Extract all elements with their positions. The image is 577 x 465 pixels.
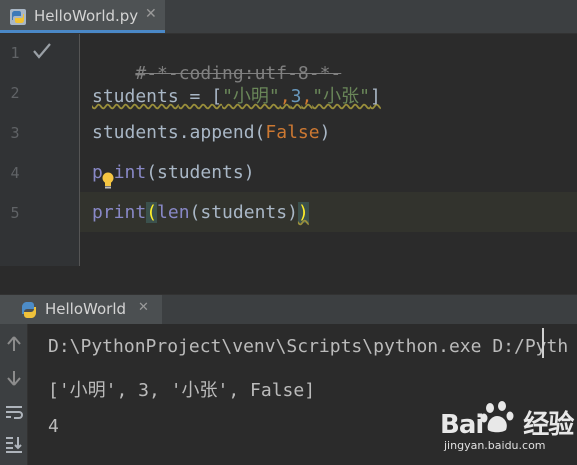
editor-tab-helloworld[interactable]: HelloWorld.py ✕	[0, 0, 165, 33]
close-run-tab-icon[interactable]: ✕	[138, 300, 149, 315]
run-panel-header: HelloWorld ✕	[0, 294, 577, 325]
code-line-4: print(students)	[92, 162, 255, 183]
code-paren-open: (	[146, 202, 158, 223]
console-line: ['小明', 3, '小张', False]	[48, 380, 316, 401]
code-string: "小张"	[312, 86, 370, 107]
baidu-watermark: Bai 经验 jingyan.baidu.com	[432, 398, 574, 460]
line-number-gutter: 1 2 3 4 5	[0, 34, 80, 266]
code-call: students.append(	[92, 122, 266, 143]
code-paren-close: )	[297, 202, 309, 223]
code-line-2: students = ["小明",3,"小张"]	[92, 82, 381, 108]
paw-icon	[480, 401, 514, 433]
watermark-url: jingyan.baidu.com	[444, 439, 546, 452]
run-toolbar	[0, 324, 28, 465]
code-builtin: print	[92, 202, 147, 223]
line-number: 5	[10, 204, 20, 222]
code-editor[interactable]: 1 2 3 4 5 #-*-coding:utf-8-*- students =…	[0, 34, 577, 266]
line-number: 2	[10, 84, 20, 102]
code-operator: = [	[178, 86, 223, 107]
run-tab-title: HelloWorld	[45, 300, 127, 318]
python-file-icon	[10, 9, 26, 25]
line-number: 4	[10, 164, 20, 182]
line-number: 3	[10, 124, 20, 142]
checkmark-icon	[33, 43, 51, 59]
soft-wrap-icon[interactable]	[4, 402, 24, 422]
scroll-to-end-icon[interactable]	[4, 434, 24, 454]
console-line: 4	[48, 416, 59, 437]
code-comma: ,	[279, 86, 291, 107]
lightbulb-icon[interactable]	[101, 171, 115, 191]
code-comma: ,	[301, 86, 313, 107]
rerun-icon[interactable]	[4, 334, 24, 354]
python-run-icon	[21, 302, 37, 318]
editor-tab-title: HelloWorld.py	[34, 7, 139, 25]
stop-icon[interactable]	[4, 368, 24, 388]
code-builtin: len	[157, 202, 190, 223]
code-line-5: print(len(students))	[92, 202, 309, 223]
code-number: 3	[290, 86, 302, 107]
text-caret	[542, 328, 544, 358]
line-number: 1	[10, 44, 20, 62]
code-keyword: False	[265, 122, 320, 143]
code-bracket: ]	[369, 86, 381, 107]
code-builtin-rest: int	[113, 162, 147, 183]
editor-tab-bar: HelloWorld.py ✕	[0, 0, 577, 34]
code-args: (students)	[189, 202, 298, 223]
code-line-3: students.append(False)	[92, 122, 330, 143]
console-line: D:\PythonProject\venv\Scripts\python.exe…	[48, 336, 569, 357]
code-paren: )	[319, 122, 331, 143]
run-tab-helloworld[interactable]: HelloWorld ✕	[0, 295, 162, 325]
code-comment: #-*-coding:utf-8-*-	[135, 63, 342, 84]
code-variable: students	[92, 86, 179, 107]
editor-empty-area	[0, 266, 577, 294]
code-args: (students)	[146, 162, 255, 183]
code-string: "小明"	[222, 86, 280, 107]
close-tab-icon[interactable]: ✕	[145, 6, 157, 22]
